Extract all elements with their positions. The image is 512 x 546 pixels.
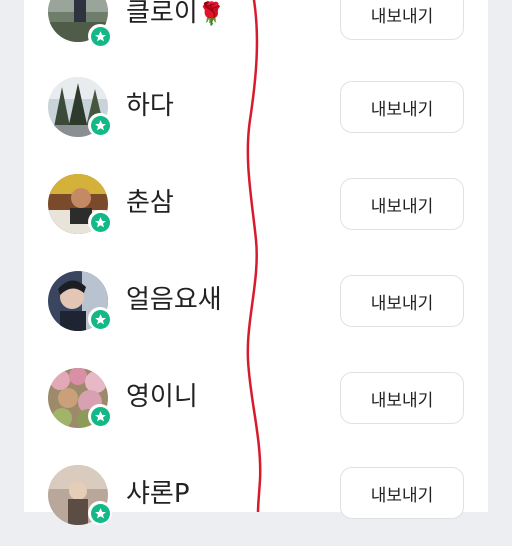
verified-badge [88,501,112,525]
member-name-text: 클로이 [126,0,198,28]
star-icon [94,410,106,421]
member-name: 하다 [126,91,174,121]
list-item: 영이니 내보내기 [24,352,488,449]
list-item: 춘삼 내보내기 [24,158,488,255]
verified-badge [88,210,112,234]
list-item: 얼음요새 내보내기 [24,255,488,352]
export-button[interactable]: 내보내기 [340,81,464,133]
list-item: 샤론P 내보내기 [24,449,488,546]
star-icon [94,216,106,227]
member-name: 영이니 [126,382,198,412]
member-name: 샤론P [126,479,190,509]
verified-badge [88,404,112,428]
list-item: 클로이🌹 내보내기 [24,0,488,61]
export-button[interactable]: 내보내기 [340,178,464,230]
star-icon [94,119,106,130]
export-button[interactable]: 내보내기 [340,467,464,519]
verified-badge [88,307,112,331]
star-icon [94,313,106,324]
star-icon [94,30,106,41]
member-name: 얼음요새 [126,285,222,315]
verified-badge [88,113,112,137]
rose-emoji: 🌹 [197,2,226,27]
export-button[interactable]: 내보내기 [340,0,464,40]
member-name: 춘삼 [126,188,174,218]
star-icon [94,507,106,518]
list-item: 하다 내보내기 [24,61,488,158]
member-name: 클로이🌹 [126,0,225,30]
export-button[interactable]: 내보내기 [340,372,464,424]
verified-badge [88,24,112,48]
member-list: 클로이🌹 내보내기 하다 내보내기 춘삼 내보내기 얼음요새 내보내기 영이니 … [24,0,488,525]
export-button[interactable]: 내보내기 [340,275,464,327]
